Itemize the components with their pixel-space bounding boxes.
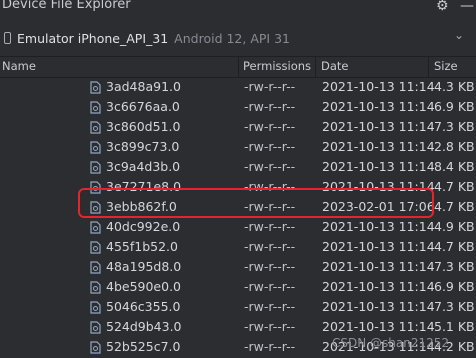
- file-date: 2021-10-13 11:14: [322, 99, 435, 114]
- column-header-date[interactable]: Date: [321, 59, 349, 73]
- minimize-icon[interactable]: —: [460, 0, 474, 14]
- watermark: CSDN @shan21252: [332, 336, 450, 350]
- file-size: 4.3 KB: [434, 79, 475, 94]
- file-name: 48a195d8.0: [106, 259, 182, 274]
- column-header-size[interactable]: Size: [434, 59, 458, 73]
- file-name: 40dc992e.0: [106, 219, 181, 234]
- file-icon: [90, 101, 101, 114]
- file-size: 6.9 KB: [434, 279, 475, 294]
- file-icon: [90, 221, 101, 234]
- file-size: 6.9 KB: [434, 99, 475, 114]
- column-divider[interactable]: [315, 57, 316, 77]
- file-size: 4.7 KB: [434, 199, 475, 214]
- file-icon: [90, 261, 101, 274]
- table-row[interactable]: 455f1b52.0 -rw-r--r-- 2021-10-13 11:14 4.7 …: [0, 238, 476, 258]
- file-name: 52b525c7.0: [106, 339, 181, 354]
- file-date: 2021-10-13 11:14: [322, 319, 435, 334]
- chevron-down-icon: ⌄: [453, 28, 464, 42]
- file-permissions: -rw-r--r--: [244, 139, 296, 154]
- file-permissions: -rw-r--r--: [244, 219, 296, 234]
- file-permissions: -rw-r--r--: [244, 299, 296, 314]
- file-permissions: -rw-r--r--: [244, 259, 296, 274]
- file-size: 4.7 KB: [434, 179, 475, 194]
- file-permissions: -rw-r--r--: [244, 319, 296, 334]
- file-permissions: -rw-r--r--: [244, 79, 296, 94]
- file-size: 4.7 KB: [434, 239, 475, 254]
- table-row[interactable]: 3c899c73.0 -rw-r--r-- 2021-10-13 11:14 2.8 …: [0, 138, 476, 158]
- gear-icon[interactable]: ⚙: [436, 0, 449, 14]
- phone-icon: [4, 32, 11, 44]
- table-row[interactable]: 3ad48a91.0 -rw-r--r-- 2021-10-13 11:14 4.3 …: [0, 78, 476, 98]
- file-name: 455f1b52.0: [106, 239, 178, 254]
- column-header-permissions[interactable]: Permissions: [243, 59, 311, 73]
- file-date: 2021-10-13 11:14: [322, 259, 435, 274]
- file-date: 2021-10-13 11:14: [322, 79, 435, 94]
- file-permissions: -rw-r--r--: [244, 339, 296, 354]
- file-size: 7.3 KB: [434, 299, 475, 314]
- file-name: 3c6676aa.0: [106, 99, 180, 114]
- table-row[interactable]: 524d9b43.0 -rw-r--r-- 2021-10-13 11:14 5.1 …: [0, 318, 476, 338]
- highlight-box: [78, 188, 434, 218]
- window-title: Device File Explorer: [2, 0, 131, 12]
- file-icon: [90, 141, 101, 154]
- file-icon: [90, 161, 101, 174]
- table-row[interactable]: 4be590e0.0 -rw-r--r-- 2021-10-13 11:14 6.9 …: [0, 278, 476, 298]
- file-size: 7.3 KB: [434, 119, 475, 134]
- file-size: 7.3 KB: [434, 259, 475, 274]
- file-icon: [90, 341, 101, 354]
- file-date: 2021-10-13 11:14: [322, 119, 435, 134]
- file-icon: [90, 241, 101, 254]
- file-date: 2021-10-13 11:14: [322, 239, 435, 254]
- file-icon: [90, 321, 101, 334]
- file-permissions: -rw-r--r--: [244, 239, 296, 254]
- table-row[interactable]: 3c9a4d3b.0 -rw-r--r-- 2021-10-13 11:14 8.4 …: [0, 158, 476, 178]
- table-row[interactable]: 48a195d8.0 -rw-r--r-- 2021-10-13 11:14 7.3 …: [0, 258, 476, 278]
- table-row[interactable]: 40dc992e.0 -rw-r--r-- 2021-10-13 11:14 4.9 …: [0, 218, 476, 238]
- file-date: 2021-10-13 11:14: [322, 139, 435, 154]
- file-date: 2021-10-13 11:14: [322, 299, 435, 314]
- column-divider[interactable]: [238, 57, 239, 77]
- file-name: 4be590e0.0: [106, 279, 182, 294]
- file-size: 5.1 KB: [434, 319, 475, 334]
- device-selector[interactable]: Emulator iPhone_API_31 Android 12, API 3…: [4, 27, 466, 49]
- table-row[interactable]: 3c860d51.0 -rw-r--r-- 2021-10-13 11:14 7.3 …: [0, 118, 476, 138]
- file-name: 5046c355.0: [106, 299, 181, 314]
- table-row[interactable]: 3c6676aa.0 -rw-r--r-- 2021-10-13 11:14 6.9 …: [0, 98, 476, 118]
- file-size: 2.8 KB: [434, 139, 475, 154]
- file-size: 8.4 KB: [434, 159, 475, 174]
- column-header-name[interactable]: Name: [2, 59, 36, 73]
- file-name: 3c899c73.0: [106, 139, 180, 154]
- file-icon: [90, 121, 101, 134]
- file-name: 3c9a4d3b.0: [106, 159, 181, 174]
- file-date: 2021-10-13 11:14: [322, 159, 435, 174]
- file-icon: [90, 281, 101, 294]
- file-date: 2021-10-13 11:14: [322, 279, 435, 294]
- title-bar: Device File Explorer ⚙ —: [0, 0, 476, 22]
- file-permissions: -rw-r--r--: [244, 119, 296, 134]
- table-row[interactable]: 5046c355.0 -rw-r--r-- 2021-10-13 11:14 7.3 …: [0, 298, 476, 318]
- file-name: 3c860d51.0: [106, 119, 181, 134]
- file-name: 3ad48a91.0: [106, 79, 181, 94]
- file-permissions: -rw-r--r--: [244, 279, 296, 294]
- file-size: 4.9 KB: [434, 219, 475, 234]
- file-date: 2021-10-13 11:14: [322, 219, 435, 234]
- file-permissions: -rw-r--r--: [244, 159, 296, 174]
- table-header: Name Permissions Date Size: [0, 56, 476, 78]
- file-icon: [90, 81, 101, 94]
- column-divider[interactable]: [428, 57, 429, 77]
- file-name: 524d9b43.0: [106, 319, 182, 334]
- file-icon: [90, 301, 101, 314]
- device-name: Emulator iPhone_API_31: [17, 30, 169, 46]
- device-api: Android 12, API 31: [174, 30, 290, 46]
- file-permissions: -rw-r--r--: [244, 99, 296, 114]
